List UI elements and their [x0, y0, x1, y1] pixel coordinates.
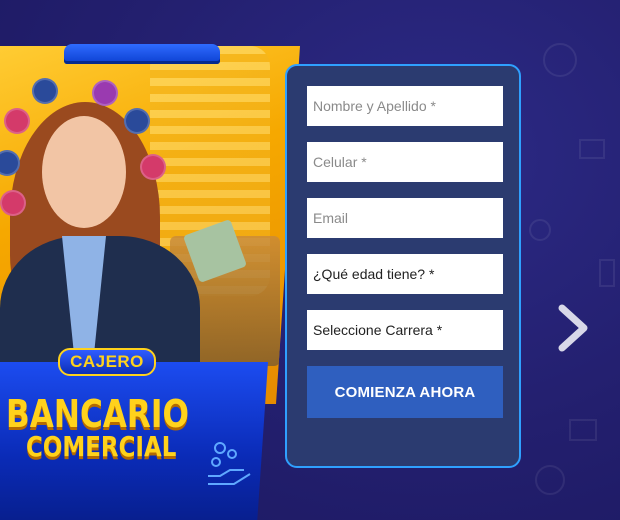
promo-badge: CAJERO: [58, 348, 156, 376]
promo-tab: [64, 44, 220, 64]
age-select-value: ¿Qué edad tiene? *: [313, 266, 435, 282]
career-select[interactable]: Seleccione Carrera *: [307, 310, 503, 350]
career-select-value: Seleccione Carrera *: [313, 322, 443, 338]
promo-title-line2: COMERCIAL: [26, 430, 177, 463]
chevron-right-icon[interactable]: [556, 304, 590, 352]
floating-icon: [140, 154, 166, 180]
registration-form: ¿Qué edad tiene? * Seleccione Carrera * …: [285, 64, 521, 468]
woman-face: [42, 116, 126, 228]
floating-icon: [32, 78, 58, 104]
age-select[interactable]: ¿Qué edad tiene? *: [307, 254, 503, 294]
phone-input[interactable]: [307, 142, 503, 182]
name-input[interactable]: [307, 86, 503, 126]
start-now-button[interactable]: COMIENZA AHORA: [307, 366, 503, 418]
floating-icon: [92, 80, 118, 106]
hand-coins-icon: [208, 442, 251, 485]
floating-icon: [0, 190, 26, 216]
floating-icon: [4, 108, 30, 134]
floating-icon: [124, 108, 150, 134]
email-input[interactable]: [307, 198, 503, 238]
promo-banner: CAJERO BANCARIO COMERCIAL: [0, 44, 300, 520]
